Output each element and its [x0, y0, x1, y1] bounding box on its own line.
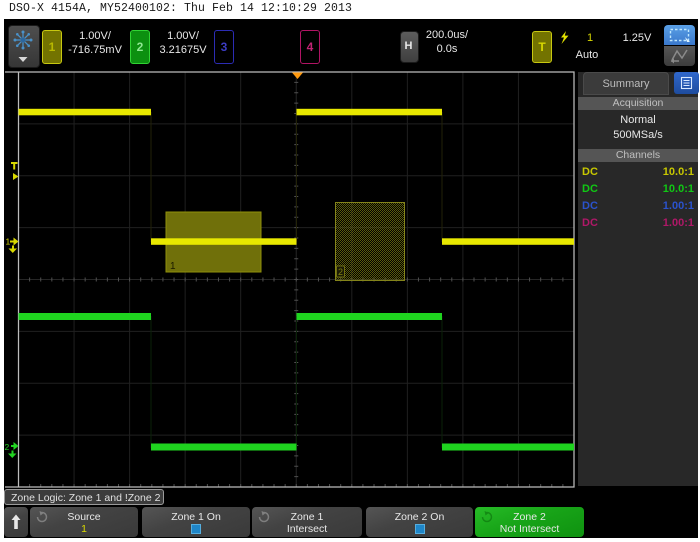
svg-text:2: 2: [5, 442, 10, 452]
svg-text:1: 1: [6, 237, 11, 247]
svg-text:1: 1: [170, 261, 176, 272]
svg-text:2: 2: [338, 267, 343, 277]
